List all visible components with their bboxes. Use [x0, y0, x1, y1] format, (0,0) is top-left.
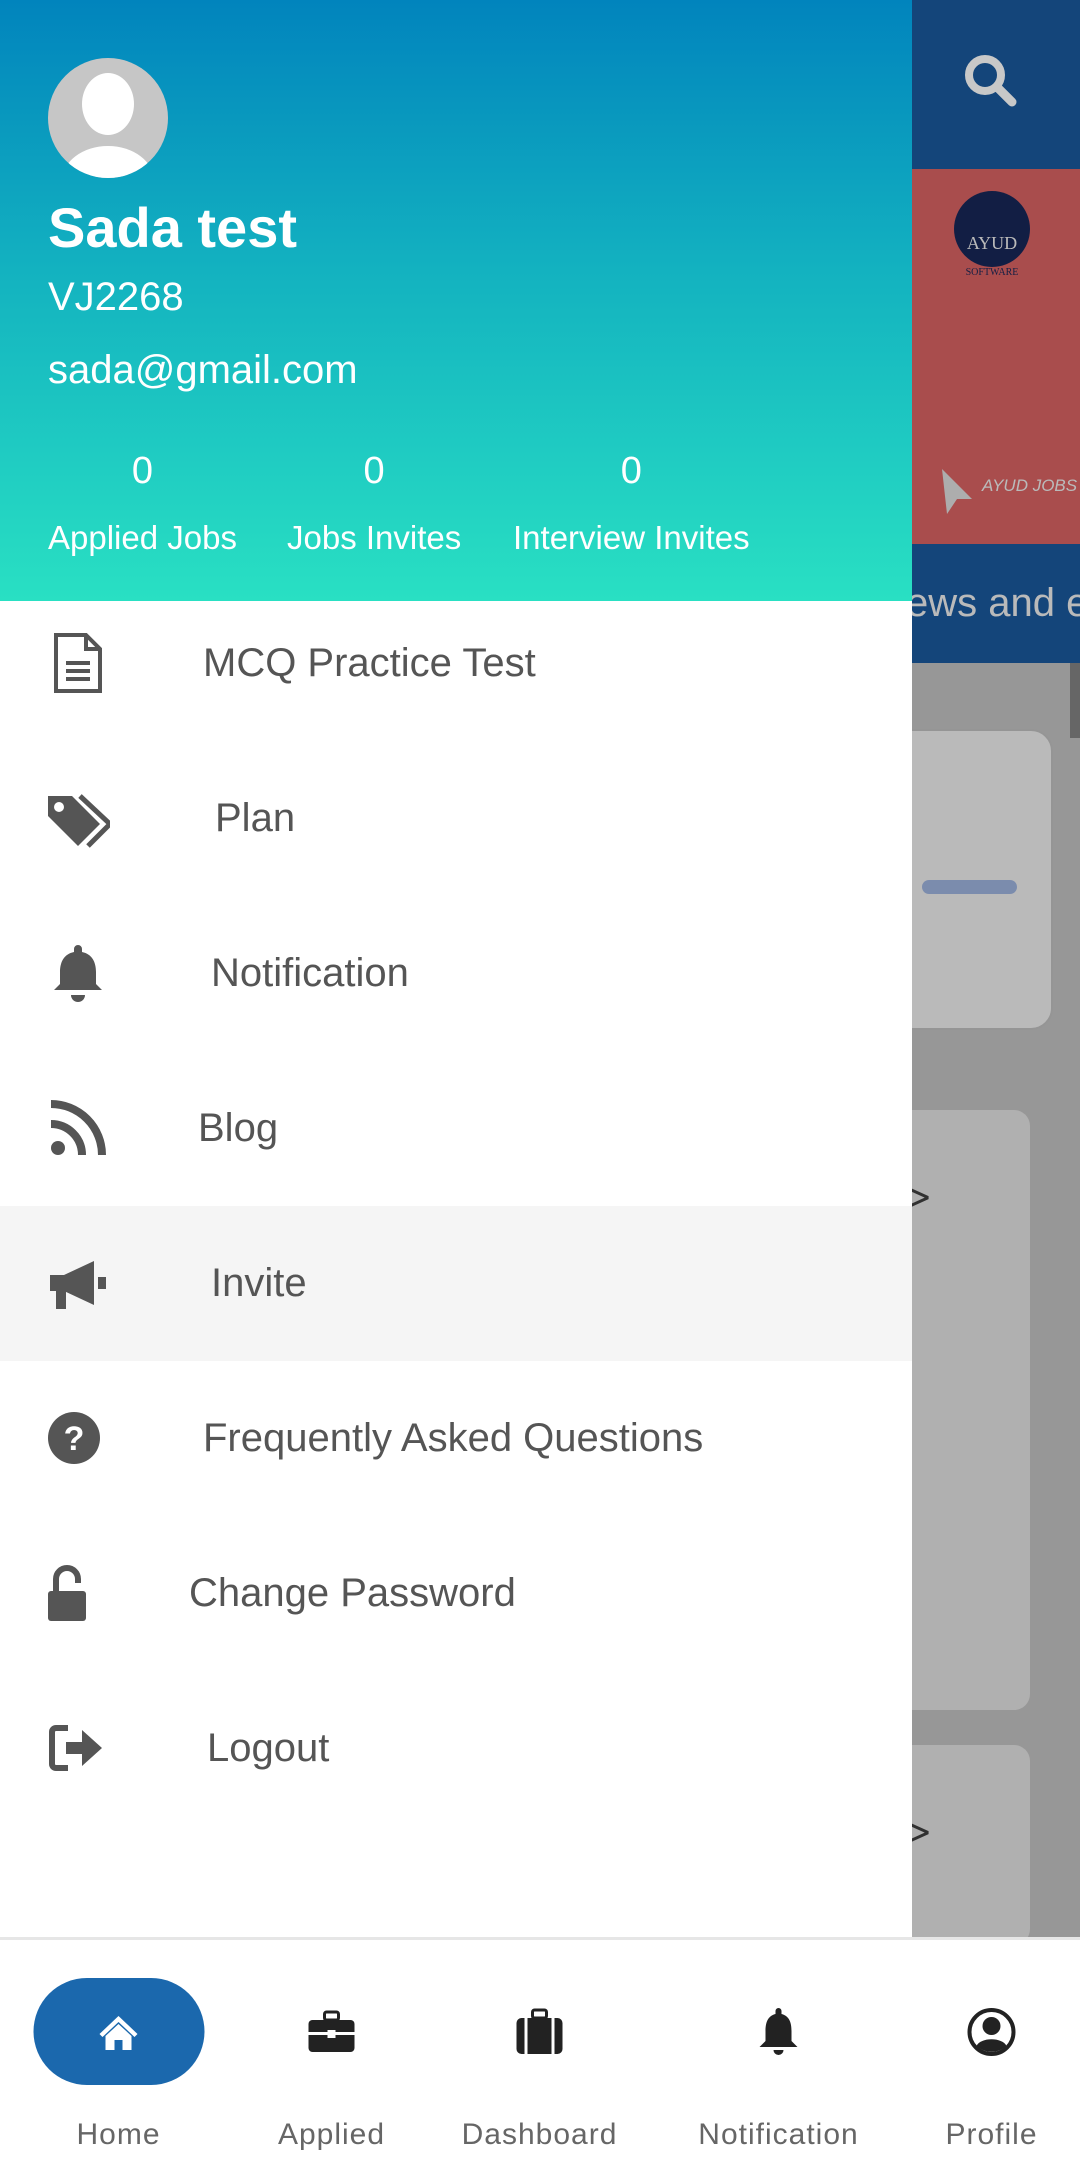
tab-home[interactable]: Home: [33, 1940, 204, 2179]
unlock-icon: [48, 1565, 86, 1621]
user-circle-icon: [967, 2007, 1016, 2056]
stat-label: Applied Jobs: [48, 519, 237, 556]
stat-label: Interview Invites: [513, 519, 750, 556]
menu-item-plan[interactable]: Plan: [0, 741, 912, 896]
menu-item-label: Blog: [198, 1106, 279, 1150]
menu-item-faq[interactable]: ? Frequently Asked Questions: [0, 1361, 912, 1516]
megaphone-icon: [50, 1261, 106, 1309]
drawer-header: Sada test VJ2268 sada@gmail.com 0 Applied…: [0, 0, 912, 601]
suitcase-icon: [516, 2008, 563, 2054]
menu-item-invite[interactable]: Invite: [0, 1206, 912, 1361]
tab-label: Notification: [698, 2118, 859, 2151]
briefcase-icon: [308, 2010, 355, 2052]
stat-label: Jobs Invites: [287, 519, 462, 556]
menu-item-notification[interactable]: Notification: [0, 896, 912, 1051]
question-circle-icon: ?: [48, 1412, 100, 1464]
navigation-drawer: Sada test VJ2268 sada@gmail.com 0 Applied…: [0, 0, 912, 1937]
rss-icon: [50, 1100, 106, 1156]
bottom-navigation: Home Applied Dashboard Notification Prof…: [0, 1937, 1080, 2176]
menu-item-label: Change Password: [189, 1571, 516, 1615]
menu-item-change-password[interactable]: Change Password: [0, 1516, 912, 1671]
menu-item-label: Notification: [211, 951, 409, 995]
tab-profile[interactable]: Profile: [906, 1940, 1077, 2179]
menu-item-label: Logout: [207, 1726, 330, 1770]
stat-value: 0: [131, 450, 154, 492]
tab-dashboard[interactable]: Dashboard: [454, 1940, 625, 2179]
tab-notification[interactable]: Notification: [693, 1940, 864, 2179]
svg-text:?: ?: [64, 1420, 85, 1458]
stat-interview-invites[interactable]: 0 Interview Invites: [513, 450, 750, 557]
user-email: sada@gmail.com: [48, 348, 358, 392]
menu-item-logout[interactable]: Logout: [0, 1671, 912, 1826]
stat-jobs-invites[interactable]: 0 Jobs Invites: [287, 450, 461, 557]
menu-item-label: Invite: [211, 1261, 307, 1305]
tab-label: Applied: [277, 2118, 386, 2151]
user-id: VJ2268: [48, 275, 184, 319]
menu-item-label: Plan: [215, 796, 296, 840]
bell-icon: [54, 945, 102, 1002]
menu-item-mcq-practice-test[interactable]: MCQ Practice Test: [0, 586, 912, 741]
scrollbar[interactable]: [1070, 663, 1080, 738]
home-icon: [99, 2015, 138, 2050]
tags-icon: [48, 794, 110, 848]
user-name: Sada test: [48, 196, 297, 259]
menu-item-blog[interactable]: Blog: [0, 1051, 912, 1206]
avatar[interactable]: [48, 58, 168, 178]
stat-value: 0: [363, 450, 385, 492]
bell-icon: [759, 2007, 798, 2055]
tab-label: Home: [76, 2118, 161, 2151]
search-icon[interactable]: [960, 50, 1020, 110]
stat-value: 0: [620, 450, 642, 492]
menu-item-label: Frequently Asked Questions: [203, 1416, 704, 1460]
tab-applied[interactable]: Applied: [246, 1940, 417, 2179]
sign-out-icon: [49, 1725, 102, 1771]
document-icon: [54, 633, 102, 693]
menu-item-label: MCQ Practice Test: [203, 641, 536, 685]
tab-label: Dashboard: [461, 2118, 618, 2151]
tab-label: Profile: [945, 2118, 1038, 2151]
stat-applied-jobs[interactable]: 0 Applied Jobs: [48, 450, 237, 557]
